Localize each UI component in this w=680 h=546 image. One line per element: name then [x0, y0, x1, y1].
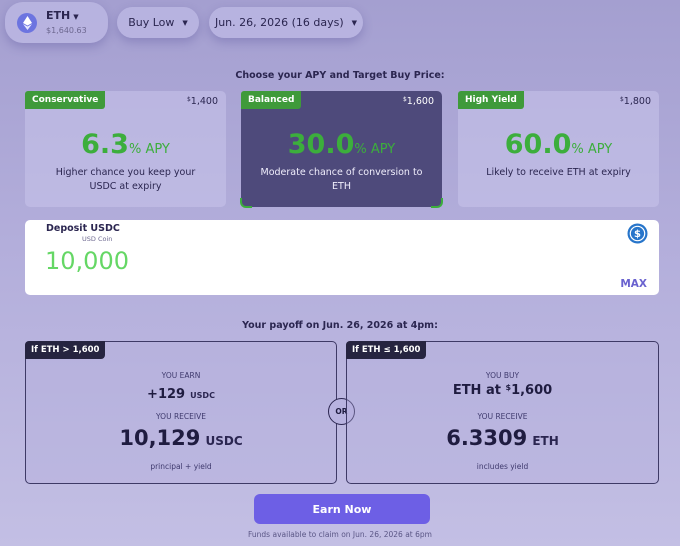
strategy-dropdown[interactable]: Buy Low ▼: [117, 7, 199, 38]
asset-symbol: ETH: [46, 9, 71, 22]
buy-value: ETH at $1,600: [452, 383, 553, 398]
chevron-down-icon: ▼: [73, 13, 79, 21]
expiry-label: Jun. 26, 2026 (16 days): [214, 16, 344, 29]
expiry-dropdown[interactable]: Jun. 26, 2026 (16 days) ▼: [209, 7, 363, 38]
scenario-tag: If ETH ≤ 1,600: [346, 341, 427, 359]
eth-icon: [17, 12, 37, 33]
tier-tag: High Yield: [458, 91, 524, 109]
svg-text:$: $: [634, 229, 641, 240]
chevron-down-icon: ▼: [182, 18, 188, 27]
tier-tag: Balanced: [241, 91, 302, 109]
tier-description: Moderate chance of conversion to ETH: [260, 167, 423, 192]
scenario-tag: If ETH > 1,600: [25, 341, 106, 359]
selection-corner: [240, 198, 252, 208]
buy-caption: YOU BUY: [485, 371, 520, 380]
tier-tag: Conservative: [25, 91, 106, 109]
receive-note: principal + yield: [150, 462, 212, 471]
tier-card-conservative[interactable]: Conservative $1,400 6.3% APY Higher chan…: [25, 91, 226, 207]
asset-selector[interactable]: ETH ▼ $1,640.63: [5, 2, 108, 43]
receive-caption: YOU RECEIVE: [156, 412, 206, 421]
deposit-amount-input[interactable]: 10,000: [45, 247, 129, 275]
deposit-panel: Deposit USDC USD Coin 10,000 $ MAX: [25, 220, 659, 295]
target-price: $1,800: [619, 96, 651, 107]
payoff-title: Your payoff on Jun. 26, 2026 at 4pm:: [242, 320, 438, 331]
receive-note: includes yield: [476, 462, 529, 471]
chevron-down-icon: ▼: [351, 18, 358, 27]
tier-description: Likely to receive ETH at expiry: [486, 167, 631, 178]
receive-value: 10,129 USDC: [119, 426, 243, 450]
tier-card-high-yield[interactable]: High Yield $1,800 60.0% APY Likely to re…: [458, 91, 659, 207]
earn-now-button[interactable]: Earn Now: [254, 494, 430, 524]
tiers-title: Choose your APY and Target Buy Price:: [235, 70, 445, 81]
payoff-scenario-above: If ETH > 1,600 YOU EARN +129 USDC YOU RE…: [25, 341, 337, 484]
receive-value: 6.3309 ETH: [446, 426, 559, 450]
deposit-label: Deposit USDC: [46, 223, 120, 234]
receive-caption: YOU RECEIVE: [477, 412, 528, 421]
target-price: $1,400: [186, 96, 218, 107]
claim-footnote: Funds available to claim on Jun. 26, 202…: [248, 530, 432, 539]
max-button[interactable]: MAX: [620, 278, 647, 290]
target-price: $1,600: [402, 96, 434, 107]
strategy-label: Buy Low: [128, 16, 175, 29]
earn-caption: YOU EARN: [161, 371, 201, 380]
earn-value: +129 USDC: [147, 387, 215, 402]
asset-price: $1,640.63: [46, 26, 87, 35]
deposit-sublabel: USD Coin: [82, 235, 113, 243]
apy-value: 6.3% APY: [81, 129, 170, 160]
tier-card-balanced[interactable]: Balanced $1,600 30.0% APY Moderate chanc…: [240, 91, 443, 208]
tier-description: Higher chance you keep your USDC at expi…: [55, 167, 196, 192]
selection-corner: [431, 198, 443, 208]
payoff-scenario-below: If ETH ≤ 1,600 YOU BUY ETH at $1,600 YOU…: [346, 341, 659, 484]
apy-value: 60.0% APY: [504, 129, 613, 160]
usdc-icon: $: [627, 223, 648, 248]
apy-value: 30.0% APY: [287, 129, 396, 160]
